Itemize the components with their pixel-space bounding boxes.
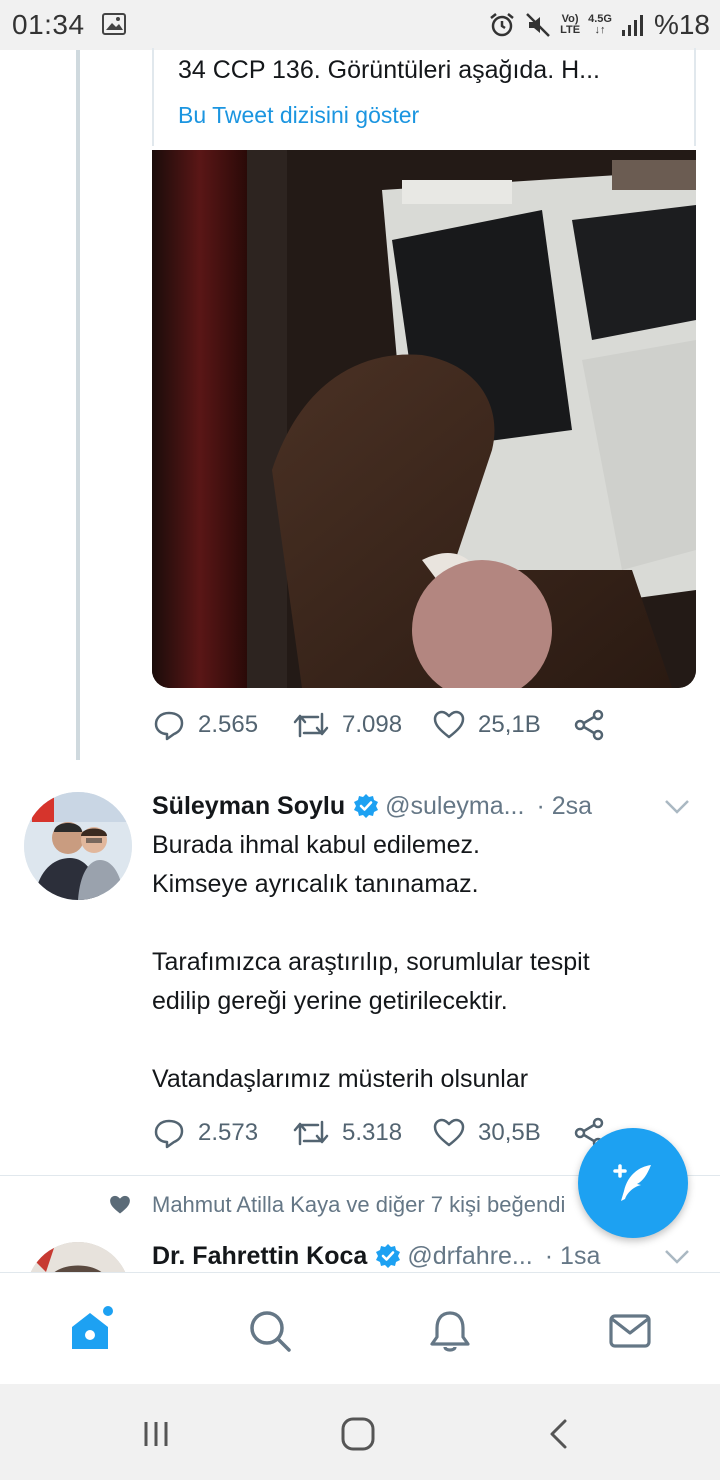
retweet-button[interactable]: 7.098 [292,708,432,742]
back-button[interactable] [538,1412,582,1456]
thread-line [76,50,80,760]
reply-icon [154,1119,184,1149]
tweet-timestamp: · 1sa [544,1241,601,1270]
reply-button[interactable]: 2.565 [152,708,292,742]
alarm-icon [490,13,514,37]
heart-icon [433,710,465,739]
tweet-actions: 2.573 5.318 30,5B [152,1116,606,1150]
tweet-line [152,904,700,943]
recent-apps-button[interactable] [134,1412,178,1456]
gallery-notification-icon [102,13,126,35]
back-arrow-icon [550,1419,567,1449]
battery-level: %18 [653,9,710,40]
quoted-tweet-card[interactable]: 34 CCP 136. Görüntüleri aşağıda. H... Bu… [152,48,696,146]
tweet-line: Burada ihmal kabul edilemez. [152,831,480,859]
tweet-line: Vatandaşlarımız müsterih olsunlar [152,1065,529,1093]
author-name[interactable]: Dr. Fahrettin Koca [152,1242,367,1271]
reply-button[interactable]: 2.573 [152,1116,292,1150]
tweet-line: edilip gereği yerine getirilecektir. [152,987,508,1015]
author-name[interactable]: Süleyman Soylu [152,792,345,821]
tab-notifications[interactable] [422,1303,478,1359]
author-handle[interactable]: @suleyma... [385,792,524,821]
retweet-icon [293,1120,329,1146]
retweet-count: 7.098 [342,711,403,738]
video-frame [152,150,696,688]
share-icon [574,709,604,741]
chevron-down-icon[interactable] [664,1248,690,1266]
tweet-header: Süleyman Soylu @suleyma... · 2sa [152,786,700,826]
recent-apps-icon [144,1422,168,1446]
tweet-timestamp: · 2sa [536,791,593,820]
home-button[interactable] [336,1412,380,1456]
like-button[interactable]: 30,5B [432,1116,572,1150]
liked-by-text: Mahmut Atilla Kaya ve diğer 7 kişi beğen… [152,1192,566,1217]
network-indicator: 4.5G ↓↑ [588,13,612,36]
tweet-line: Tarafımızca araştırılıp, sorumlular tesp… [152,948,590,976]
like-count: 25,1B [478,711,541,738]
next-tweet-header: Dr. Fahrettin Koca @drfahre... · 1sa [152,1236,700,1276]
heart-filled-icon [110,1195,130,1214]
tab-messages[interactable] [602,1303,658,1359]
mail-icon [609,1314,651,1348]
tab-home[interactable] [62,1303,118,1359]
tweet-line: Kimseye ayrıcalık tanınamaz. [152,870,479,898]
tweet-line [152,1021,700,1060]
quoted-tweet-text: 34 CCP 136. Görüntüleri aşağıda. H... [178,56,600,84]
like-button[interactable]: 25,1B [432,708,572,742]
compose-feather-icon [613,1164,651,1201]
verified-badge-icon [376,1244,401,1268]
search-icon [250,1311,291,1352]
mute-icon [526,13,551,37]
author-handle[interactable]: @drfahre... [407,1242,532,1271]
compose-tweet-button[interactable] [578,1128,688,1238]
tweet-video[interactable] [152,150,696,688]
signal-icon [621,15,643,36]
profile-photo [24,792,132,900]
bottom-tab-bar [0,1272,720,1384]
tab-search[interactable] [242,1303,298,1359]
social-context[interactable]: Mahmut Atilla Kaya ve diğer 7 kişi beğen… [108,1192,565,1218]
retweet-icon [293,712,329,738]
chevron-down-icon[interactable] [664,798,690,816]
home-icon [72,1306,113,1349]
avatar[interactable] [24,792,132,900]
show-thread-link[interactable]: Bu Tweet dizisini göster [178,102,419,129]
bell-icon [430,1311,470,1352]
status-time: 01:34 [12,9,85,40]
share-button[interactable] [572,708,606,742]
home-square-icon [341,1417,375,1451]
reply-count: 2.573 [198,1119,259,1146]
verified-badge-icon [354,794,379,818]
heart-icon [433,1118,465,1147]
like-count: 30,5B [478,1119,541,1146]
tweet-text: Burada ihmal kabul edilemez. Kimseye ayr… [152,826,700,1099]
retweet-button[interactable]: 5.318 [292,1116,432,1150]
reply-count: 2.565 [198,711,259,738]
status-icons: Vo) LTE 4.5G ↓↑ %18 [488,8,710,42]
reply-icon [154,711,184,741]
volte-indicator: Vo) LTE [560,13,581,36]
retweet-count: 5.318 [342,1119,403,1146]
tweet-actions-first: 2.565 7.098 25,1B [152,708,606,742]
system-navigation-bar [0,1384,720,1480]
status-bar: 01:34 Vo) LTE 4.5G ↓↑ %18 [0,0,720,50]
